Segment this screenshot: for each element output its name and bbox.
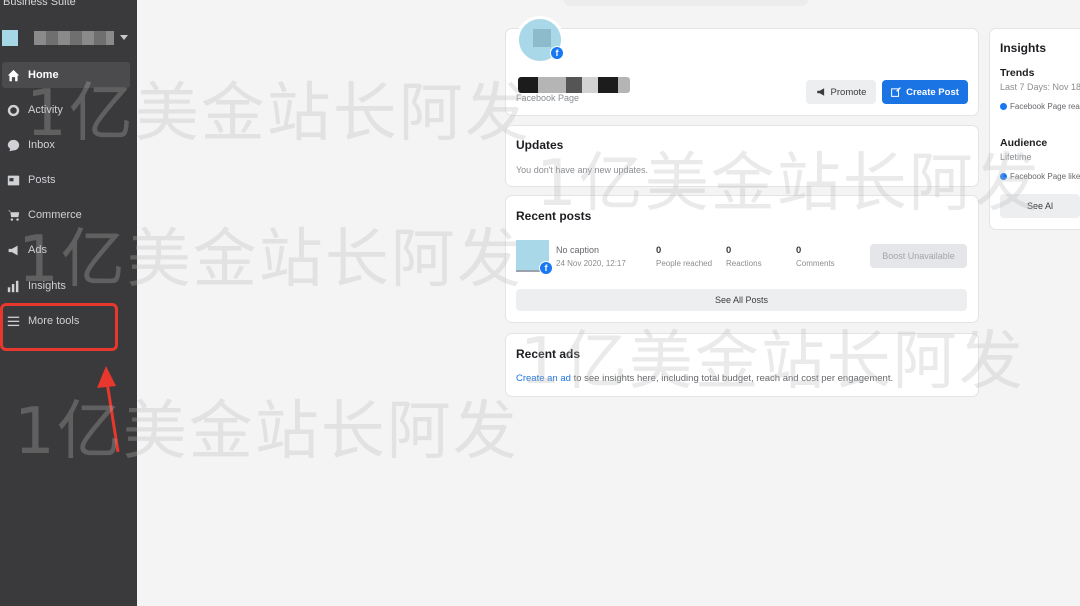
sidebar-item-label: Posts <box>28 174 56 186</box>
edit-icon <box>891 87 901 97</box>
sidebar-item-insights[interactable]: Insights <box>2 273 130 299</box>
promote-button[interactable]: Promote <box>806 80 876 104</box>
updates-empty-text: You don't have any new updates. <box>516 165 648 175</box>
insights-see-all-button[interactable]: See Al <box>1000 194 1080 218</box>
facebook-icon <box>1000 103 1007 110</box>
commerce-icon <box>6 208 20 222</box>
updates-card <box>506 126 978 186</box>
sidebar-item-ads[interactable]: Ads <box>2 237 130 263</box>
trends-title: Trends <box>1000 67 1035 79</box>
recent-ads-text: Create an ad to see insights here, inclu… <box>516 373 893 384</box>
sidebar-item-label: Commerce <box>28 209 82 221</box>
recent-ads-card <box>506 334 978 396</box>
metric-label-reactions: Reactions <box>726 259 762 268</box>
boost-button[interactable]: Boost Unavailable <box>870 244 967 268</box>
recent-posts-title: Recent posts <box>516 209 592 223</box>
metric-label-people-reached: People reached <box>656 259 713 268</box>
see-all-posts-button[interactable]: See All Posts <box>516 289 967 311</box>
sidebar-item-inbox[interactable]: Inbox <box>2 132 130 158</box>
audience-metric: Facebook Page like <box>1000 172 1080 181</box>
sidebar: Business Suite Home Activity Inbox Posts… <box>0 0 137 606</box>
arrow-up-icon <box>97 366 120 453</box>
sidebar-item-label: Activity <box>28 104 63 116</box>
recent-ads-title: Recent ads <box>516 347 581 361</box>
sidebar-item-commerce[interactable]: Commerce <box>2 202 130 228</box>
insights-title: Insights <box>1000 41 1047 55</box>
chevron-down-icon[interactable] <box>120 35 128 40</box>
account-name-redacted <box>34 31 114 45</box>
inbox-icon <box>6 138 20 152</box>
recent-ads-description: to see insights here, including total bu… <box>570 373 894 384</box>
sidebar-item-label: Home <box>28 69 59 81</box>
metric-label-comments: Comments <box>796 259 835 268</box>
sidebar-item-label: Insights <box>28 280 66 292</box>
metric-value-reactions: 0 <box>726 245 732 256</box>
page-subtitle: Facebook Page <box>516 93 580 103</box>
sidebar-item-label: Ads <box>28 244 47 256</box>
activity-icon <box>6 103 20 117</box>
megaphone-icon <box>816 88 824 96</box>
facebook-icon <box>1000 173 1007 180</box>
trends-metric: Facebook Page rea <box>1000 102 1080 111</box>
post-caption[interactable]: No caption <box>556 245 599 255</box>
posts-icon <box>6 173 20 187</box>
metric-value-people-reached: 0 <box>656 245 662 256</box>
audience-title: Audience <box>1000 137 1048 149</box>
brand-title: Business Suite <box>3 0 76 8</box>
sidebar-item-home[interactable]: Home <box>2 62 130 88</box>
updates-title: Updates <box>516 138 564 152</box>
audience-range: Lifetime <box>1000 152 1032 162</box>
sidebar-item-posts[interactable]: Posts <box>2 167 130 193</box>
facebook-badge-icon: f <box>539 261 553 275</box>
create-ad-link[interactable]: Create an ad <box>516 373 571 384</box>
account-avatar <box>2 30 18 46</box>
metric-value-comments: 0 <box>796 245 802 256</box>
page-name-redacted <box>518 77 630 93</box>
create-post-button[interactable]: Create Post <box>882 80 968 104</box>
highlight-box <box>0 303 118 351</box>
sidebar-item-activity[interactable]: Activity <box>2 97 130 123</box>
home-icon <box>6 68 20 82</box>
account-switcher[interactable] <box>2 30 130 46</box>
top-search-bar[interactable] <box>564 0 808 6</box>
facebook-badge-icon: f <box>550 46 564 60</box>
ads-icon <box>6 243 20 257</box>
sidebar-item-label: Inbox <box>28 139 55 151</box>
insights-icon <box>6 279 20 293</box>
post-date: 24 Nov 2020, 12:17 <box>556 259 626 268</box>
trends-range: Last 7 Days: Nov 18 <box>1000 82 1080 92</box>
